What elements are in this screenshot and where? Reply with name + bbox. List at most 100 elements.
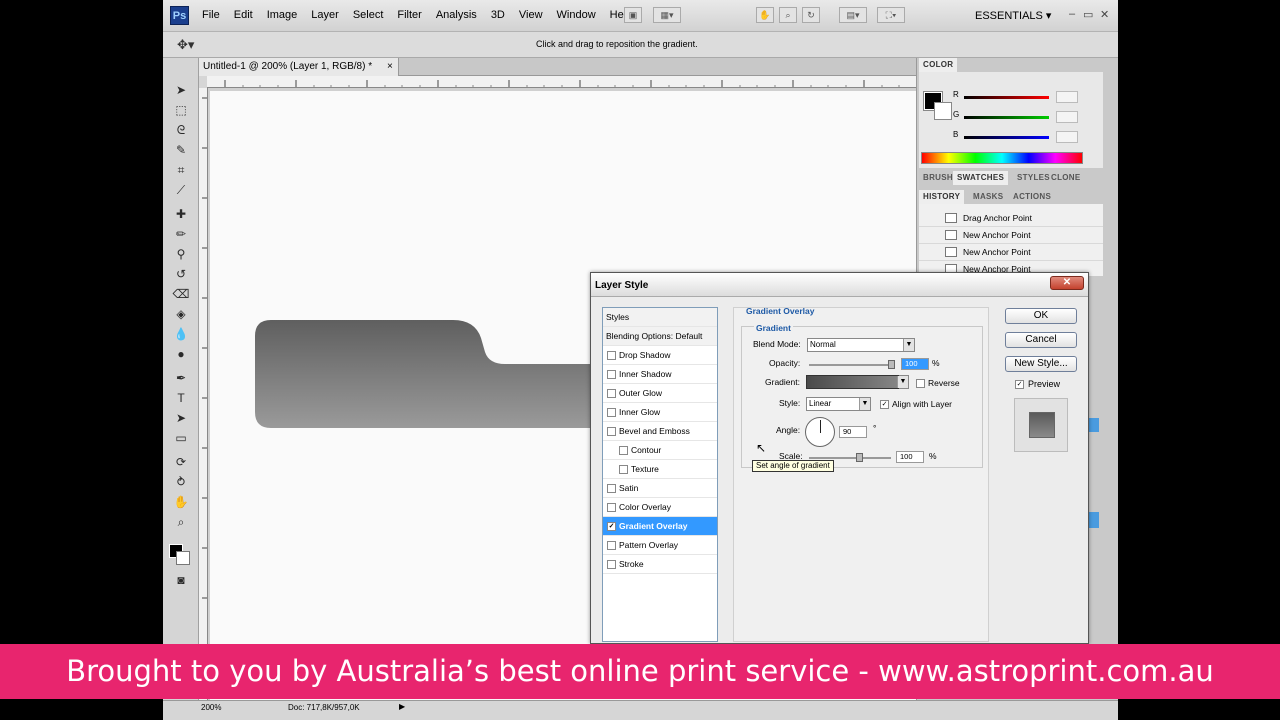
history-item[interactable]: Drag Anchor Point bbox=[919, 210, 1103, 227]
menu-layer[interactable]: Layer bbox=[304, 9, 346, 21]
hand-tool-icon[interactable]: ✋ bbox=[172, 494, 190, 510]
zoom-level[interactable]: 200% bbox=[201, 703, 221, 712]
tab-brush[interactable]: BRUSH bbox=[919, 171, 957, 185]
eyedropper-icon[interactable]: ⟋ bbox=[172, 182, 190, 198]
style-item-color-overlay[interactable]: Color Overlay bbox=[603, 498, 717, 517]
scale-slider-thumb[interactable] bbox=[856, 453, 863, 462]
dialog-close-button[interactable]: ✕ bbox=[1050, 276, 1084, 290]
history-item[interactable]: New Anchor Point bbox=[919, 244, 1103, 261]
minimize-icon[interactable]: – bbox=[1069, 8, 1075, 20]
tab-history[interactable]: HISTORY bbox=[919, 190, 965, 204]
style-checkbox[interactable] bbox=[607, 389, 616, 398]
path-selection-icon[interactable]: ➤ bbox=[172, 410, 190, 426]
style-item-outer-glow[interactable]: Outer Glow bbox=[603, 384, 717, 403]
styles-header[interactable]: Styles bbox=[603, 308, 717, 327]
menu-3d[interactable]: 3D bbox=[484, 9, 512, 21]
style-item-pattern-overlay[interactable]: Pattern Overlay bbox=[603, 536, 717, 555]
eraser-icon[interactable]: ⌫ bbox=[172, 286, 190, 302]
menu-analysis[interactable]: Analysis bbox=[429, 9, 484, 21]
move-tool-icon[interactable]: ✥▾ bbox=[177, 37, 194, 53]
opacity-slider-thumb[interactable] bbox=[888, 360, 895, 369]
style-checkbox[interactable] bbox=[619, 446, 628, 455]
color-spectrum[interactable] bbox=[921, 152, 1083, 164]
scale-slider[interactable] bbox=[809, 457, 891, 459]
style-item-inner-glow[interactable]: Inner Glow bbox=[603, 403, 717, 422]
menu-window[interactable]: Window bbox=[550, 9, 603, 21]
background-color-swatch[interactable] bbox=[176, 551, 190, 565]
restore-icon[interactable]: ▭ bbox=[1083, 8, 1093, 21]
channel-r-value[interactable] bbox=[1056, 91, 1078, 103]
channel-b-slider[interactable] bbox=[964, 136, 1049, 139]
style-item-texture[interactable]: Texture bbox=[603, 460, 717, 479]
tab-actions[interactable]: ACTIONS bbox=[1009, 190, 1055, 204]
zoom-icon[interactable]: ⌕ bbox=[779, 7, 797, 23]
channel-b-value[interactable] bbox=[1056, 131, 1078, 143]
menu-file[interactable]: File bbox=[195, 9, 227, 21]
arrange-documents-icon[interactable]: ▤▾ bbox=[839, 7, 867, 23]
align-with-layer-checkbox[interactable]: ✓ bbox=[880, 400, 889, 409]
workspace-switcher[interactable]: ESSENTIALS ▾ bbox=[975, 9, 1051, 22]
zoom-tool-icon[interactable]: ⌕ bbox=[172, 514, 190, 530]
channel-g-slider[interactable] bbox=[964, 116, 1049, 119]
style-item-drop-shadow[interactable]: Drop Shadow bbox=[603, 346, 717, 365]
history-brush-icon[interactable]: ↺ bbox=[172, 266, 190, 282]
style-checkbox[interactable]: ✓ bbox=[607, 522, 616, 531]
close-icon[interactable]: ✕ bbox=[1100, 8, 1109, 21]
pen-tool-icon[interactable]: ✒ bbox=[172, 370, 190, 386]
shape-tool-icon[interactable]: ▭ bbox=[172, 430, 190, 446]
channel-r-slider[interactable] bbox=[964, 96, 1049, 99]
healing-brush-icon[interactable]: ✚ bbox=[172, 206, 190, 222]
color-panel-background[interactable] bbox=[934, 102, 952, 120]
reverse-checkbox[interactable] bbox=[916, 379, 925, 388]
lasso-tool-icon[interactable]: ᘓ bbox=[172, 122, 190, 138]
tab-swatches[interactable]: SWATCHES bbox=[953, 171, 1009, 185]
3d-orbit-icon[interactable]: ⥁ bbox=[172, 474, 190, 490]
type-tool-icon[interactable]: T bbox=[172, 390, 190, 406]
menu-select[interactable]: Select bbox=[346, 9, 391, 21]
clone-stamp-icon[interactable]: ⚲ bbox=[172, 246, 190, 262]
style-checkbox[interactable] bbox=[607, 427, 616, 436]
move-tool-icon[interactable]: ➤ bbox=[172, 82, 190, 98]
3d-rotate-icon[interactable]: ⟳ bbox=[172, 454, 190, 470]
screen-mode-icon[interactable]: ⛶▾ bbox=[877, 7, 905, 23]
style-checkbox[interactable] bbox=[607, 560, 616, 569]
marquee-tool-icon[interactable]: ⬚ bbox=[172, 102, 190, 118]
style-checkbox[interactable] bbox=[619, 465, 628, 474]
tab-clone[interactable]: CLONE bbox=[1047, 171, 1085, 185]
style-item-bevel-and-emboss[interactable]: Bevel and Emboss bbox=[603, 422, 717, 441]
style-checkbox[interactable] bbox=[607, 351, 616, 360]
rotate-view-icon[interactable]: ↻ bbox=[802, 7, 820, 23]
paint-bucket-icon[interactable]: ◈ bbox=[172, 306, 190, 322]
preview-checkbox[interactable]: ✓ bbox=[1015, 380, 1024, 389]
quick-selection-icon[interactable]: ✎ bbox=[172, 142, 190, 158]
status-arrow-icon[interactable]: ▶ bbox=[399, 702, 405, 711]
style-select[interactable]: Linear ▼ bbox=[806, 397, 871, 411]
opacity-slider[interactable] bbox=[809, 364, 891, 366]
angle-input[interactable]: 90 bbox=[839, 426, 867, 438]
bridge-icon[interactable]: ▣ bbox=[624, 7, 642, 23]
blending-options[interactable]: Blending Options: Default bbox=[603, 327, 717, 346]
menu-image[interactable]: Image bbox=[260, 9, 305, 21]
menu-edit[interactable]: Edit bbox=[227, 9, 260, 21]
gradient-preview[interactable] bbox=[806, 375, 906, 389]
document-tab-close-icon[interactable]: × bbox=[387, 58, 393, 76]
blur-tool-icon[interactable]: 💧 bbox=[172, 326, 190, 342]
view-extras-icon[interactable]: ▦▾ bbox=[653, 7, 681, 23]
style-checkbox[interactable] bbox=[607, 503, 616, 512]
dodge-tool-icon[interactable]: ● bbox=[172, 346, 190, 362]
style-checkbox[interactable] bbox=[607, 541, 616, 550]
style-checkbox[interactable] bbox=[607, 370, 616, 379]
channel-g-value[interactable] bbox=[1056, 111, 1078, 123]
style-item-stroke[interactable]: Stroke bbox=[603, 555, 717, 574]
new-style-button[interactable]: New Style... bbox=[1005, 356, 1077, 372]
hand-icon[interactable]: ✋ bbox=[756, 7, 774, 23]
menu-filter[interactable]: Filter bbox=[390, 9, 428, 21]
style-item-satin[interactable]: Satin bbox=[603, 479, 717, 498]
style-item-contour[interactable]: Contour bbox=[603, 441, 717, 460]
document-tab[interactable]: Untitled-1 @ 200% (Layer 1, RGB/8) * × bbox=[199, 58, 399, 76]
quick-mask-icon[interactable]: ◙ bbox=[172, 572, 190, 588]
opacity-input[interactable]: 100 bbox=[901, 358, 929, 370]
cancel-button[interactable]: Cancel bbox=[1005, 332, 1077, 348]
ok-button[interactable]: OK bbox=[1005, 308, 1077, 324]
tab-masks[interactable]: MASKS bbox=[969, 190, 1007, 204]
